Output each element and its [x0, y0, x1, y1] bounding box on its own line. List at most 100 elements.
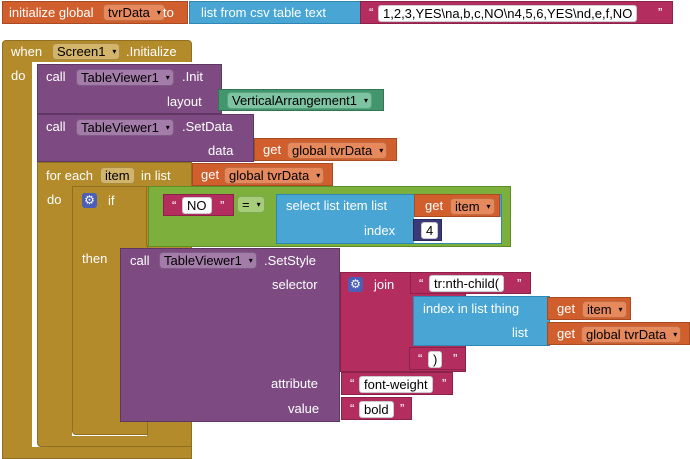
tableviewer-component-text: TableViewer1 — [81, 120, 159, 135]
event-name-label: .Initialize — [126, 44, 177, 59]
no-text-field[interactable]: NO — [182, 197, 212, 214]
close-paren-text-field[interactable]: ) — [428, 351, 443, 368]
csv-table-label: list from csv table text — [201, 5, 326, 20]
item-variable-dropdown[interactable]: item ▾ — [582, 301, 627, 318]
text-font-weight-block[interactable]: “ font-weight ” — [341, 372, 453, 395]
bold-text-field[interactable]: bold — [359, 401, 394, 418]
open-quote-icon: “ — [418, 351, 423, 366]
compare-operator-dropdown[interactable]: = ▾ — [237, 196, 265, 213]
get-label: get — [557, 301, 576, 316]
dropdown-arrow-icon: ▾ — [486, 202, 491, 211]
item-variable-dropdown[interactable]: item ▾ — [450, 198, 495, 215]
open-quote-icon: “ — [350, 376, 355, 391]
tableviewer-component-dropdown[interactable]: TableViewer1 ▾ — [76, 119, 174, 136]
global-variable-dropdown[interactable]: global tvrData ▾ — [581, 326, 682, 343]
dropdown-arrow-icon: ▾ — [316, 171, 321, 180]
get-label: get — [557, 326, 576, 341]
text-bold-block[interactable]: “ bold ” — [341, 397, 412, 420]
dropdown-arrow-icon: ▾ — [165, 123, 170, 132]
variable-name-field[interactable]: tvrData ▾ — [103, 4, 165, 21]
initialize-global-block[interactable]: initialize global tvrData ▾ to — [2, 1, 188, 24]
screen-component-dropdown[interactable]: Screen1 ▾ — [52, 43, 121, 60]
font-weight-text-field[interactable]: font-weight — [359, 376, 433, 393]
list-param-label: list — [512, 325, 528, 340]
close-quote-icon: ” — [658, 5, 663, 20]
select-list-item-label: select list item list — [286, 198, 388, 213]
call-label: call — [46, 119, 66, 134]
arrangement-text: VerticalArrangement1 — [232, 93, 358, 108]
number-block[interactable]: 4 — [413, 219, 442, 241]
screen-component-text: Screen1 — [57, 44, 106, 59]
get-label: get — [263, 142, 282, 157]
global-variable-text: global tvrData — [292, 143, 373, 158]
dropdown-arrow-icon: ▾ — [673, 330, 678, 339]
tableviewer-component-text: TableViewer1 — [81, 70, 159, 85]
open-quote-icon: “ — [369, 5, 374, 20]
loop-do-label: do — [47, 192, 62, 207]
item-variable-text: item — [587, 302, 612, 317]
global-variable-dropdown[interactable]: global tvrData ▾ — [224, 167, 325, 184]
get-item-block[interactable]: get item ▾ — [414, 194, 500, 217]
csv-text-field[interactable]: 1,2,3,YES\na,b,c,NO\n4,5,6,YES\nd,e,f,NO — [378, 5, 638, 22]
attribute-param-label: attribute — [271, 376, 318, 391]
loop-variable-text: item — [105, 168, 130, 183]
mutator-gear-icon[interactable]: ⚙ — [348, 277, 363, 292]
call-label: call — [130, 253, 150, 268]
get-global-tvrdata-block[interactable]: get global tvrData ▾ — [547, 322, 690, 345]
close-quote-icon: ” — [453, 351, 458, 366]
selector-param-label: selector — [272, 277, 318, 292]
nth-child-text-field[interactable]: tr:nth-child( — [429, 275, 505, 292]
get-global-tvrdata-block[interactable]: get global tvrData ▾ — [192, 163, 333, 186]
variable-name-text: tvrData — [108, 5, 150, 20]
mutator-gear-icon[interactable]: ⚙ — [82, 193, 97, 208]
tableviewer-component-dropdown[interactable]: TableViewer1 ▾ — [159, 252, 257, 269]
close-quote-icon: ” — [220, 198, 225, 213]
global-variable-dropdown[interactable]: global tvrData ▾ — [287, 142, 388, 159]
get-global-tvrdata-block[interactable]: get global tvrData ▾ — [254, 138, 397, 161]
index-in-list-label: index in list thing — [423, 301, 520, 316]
call-setdata-block[interactable]: call TableViewer1 ▾ .SetData data — [37, 114, 254, 162]
to-label: to — [163, 5, 174, 20]
then-label: then — [82, 251, 108, 266]
index-label: index — [364, 223, 396, 238]
close-quote-icon: ” — [400, 401, 405, 416]
call-init-block[interactable]: call TableViewer1 ▾ .Init layout — [37, 64, 222, 114]
join-label: join — [374, 277, 395, 292]
do-label: do — [11, 68, 26, 83]
arrangement-dropdown[interactable]: VerticalArrangement1 ▾ — [227, 92, 373, 109]
tableviewer-component-dropdown[interactable]: TableViewer1 ▾ — [76, 69, 174, 86]
initialize-global-label: initialize global — [9, 5, 94, 20]
method-setdata-label: .SetData — [182, 119, 233, 134]
loop-variable-field[interactable]: item — [100, 167, 135, 184]
dropdown-arrow-icon: ▾ — [112, 47, 117, 56]
call-label: call — [46, 69, 66, 84]
dropdown-arrow-icon: ▾ — [379, 146, 384, 155]
dropdown-arrow-icon: ▾ — [165, 73, 170, 82]
arrangement-block[interactable]: VerticalArrangement1 ▾ — [218, 89, 384, 111]
method-setstyle-label: .SetStyle — [264, 253, 317, 268]
tableviewer-component-text: TableViewer1 — [164, 253, 242, 268]
in-list-label: in list — [141, 168, 171, 183]
text-no-block[interactable]: “ NO ” — [163, 194, 234, 216]
open-quote-icon: “ — [419, 276, 424, 291]
method-init-label: .Init — [182, 69, 203, 84]
csv-text-block[interactable]: “ 1,2,3,YES\na,b,c,NO\n4,5,6,YES\nd,e,f,… — [360, 1, 673, 24]
list-from-csv-table-block[interactable]: list from csv table text — [189, 1, 365, 24]
dropdown-arrow-icon: ▾ — [156, 8, 161, 17]
get-item-block[interactable]: get item ▾ — [547, 297, 631, 320]
dropdown-arrow-icon: ▾ — [364, 96, 369, 105]
index-number-field[interactable]: 4 — [421, 222, 439, 239]
open-quote-icon: “ — [172, 198, 177, 213]
index-in-list-block[interactable]: index in list thing list — [413, 296, 550, 346]
if-label: if — [108, 193, 115, 208]
item-variable-text: item — [455, 199, 480, 214]
open-quote-icon: “ — [350, 401, 355, 416]
text-close-paren-block[interactable]: “ ) ” — [409, 347, 466, 370]
close-quote-icon: ” — [442, 376, 447, 391]
data-param-label: data — [208, 143, 234, 158]
layout-param-label: layout — [167, 94, 202, 109]
call-setstyle-block[interactable]: call TableViewer1 ▾ .SetStyle selector a… — [120, 248, 340, 422]
compare-operator-text: = — [242, 197, 250, 212]
value-param-label: value — [288, 401, 320, 416]
text-nth-child-block[interactable]: “ tr:nth-child( ” — [410, 272, 531, 294]
